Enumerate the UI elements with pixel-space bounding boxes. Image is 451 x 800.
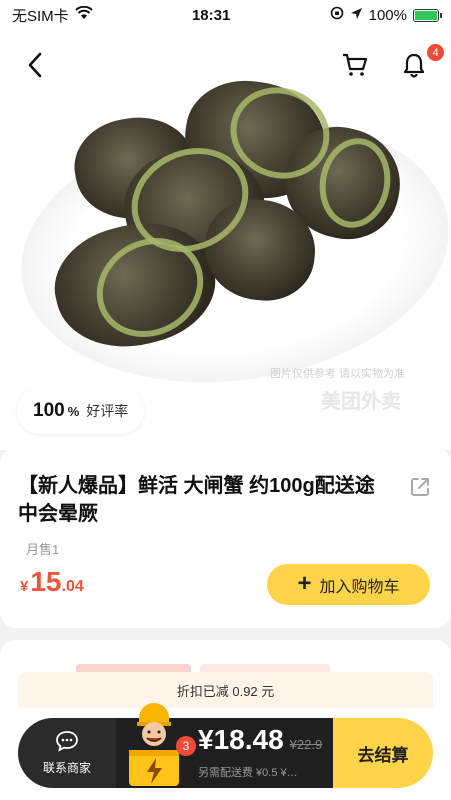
cart-bar: 联系商家 ¥18.48 ¥22.9 另需配送费 ¥0.5 ¥… 去结算 [18,718,433,788]
rating-pill: 100 % 好评率 [17,388,145,434]
location-icon [350,7,363,24]
cart-button[interactable] [338,50,372,84]
status-bar: 无SIM卡 18:31 100% [0,0,451,30]
rating-value: 100 [33,400,65,421]
battery-icon [412,8,442,22]
product-image: 图片仅供参考 请以实物为准 美团外卖 100 % 好评率 [0,0,451,450]
share-button[interactable] [409,476,431,503]
image-disclaimer: 图片仅供参考 请以实物为准 [269,368,405,380]
cart-icon [342,53,368,82]
delivery-fee: 另需配送费 ¥0.5 ¥… [198,767,298,779]
carrier-label: 无SIM卡 [12,7,69,25]
product-price: ¥ 15 .04 [20,566,84,598]
notification-badge: 4 [427,44,444,61]
bell-icon [402,52,426,83]
rating-label: 好评率 [86,403,129,419]
rotation-lock-icon [330,6,344,24]
back-button[interactable] [18,50,52,84]
checkout-label: 去结算 [357,745,409,765]
brand-watermark: 美团外卖 [321,391,401,413]
chat-icon [54,730,80,755]
contact-label: 联系商家 [42,761,91,775]
product-title: 【新人爆品】鲜活 大闸蟹 约100g配送途中会晕厥 [18,475,375,525]
monthly-sales: 月售1 [26,542,60,557]
add-to-cart-label: 加入购物车 [319,578,400,596]
clock: 18:31 [191,6,231,24]
discount-banner: 折扣已减 0.92 元 [18,672,433,708]
checkout-button[interactable]: 去结算 [333,718,433,788]
back-icon [27,52,43,83]
price-currency: ¥ [20,578,29,595]
original-total: ¥22.9 [289,737,323,752]
plus-icon: + [297,569,312,597]
cart-total: ¥18.48 [198,724,284,755]
wifi-icon [74,5,93,24]
notification-button[interactable] [397,50,431,84]
price-integer: 15 [30,566,62,597]
share-icon [409,478,431,502]
price-decimal: .04 [61,578,84,595]
product-card: 【新人爆品】鲜活 大闸蟹 约100g配送途中会晕厥 月售1 ¥ 15 .04 +… [0,448,451,628]
cart-mascot-icon[interactable] [125,698,183,790]
contact-merchant-button[interactable]: 联系商家 [18,718,116,788]
battery-percent: 100% [368,6,407,24]
rating-unit: % [67,404,80,419]
add-to-cart-button[interactable]: + 加入购物车 [267,564,430,605]
cart-count-badge: 3 [176,736,196,756]
